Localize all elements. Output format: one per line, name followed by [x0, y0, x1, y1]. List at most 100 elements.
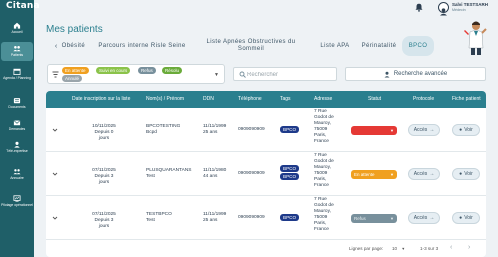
tab-bpco[interactable]: BPCO	[402, 36, 434, 56]
date-cell: 10/11/2025 Depuis 0 jours	[89, 124, 119, 142]
tag-badge: BPCO	[280, 126, 300, 133]
firstname-value: Test	[146, 174, 155, 179]
tab-parcours-risle-seine[interactable]: Parcours interne Risle Seine	[96, 36, 188, 56]
status-filter[interactable]: En attente Suivi en cours Refus Résolu A…	[47, 64, 225, 84]
chip-en-attente[interactable]: En attente	[62, 67, 89, 74]
chevron-down-icon: ▼	[390, 128, 394, 133]
search-input[interactable]	[247, 70, 332, 79]
expert-icon	[14, 141, 20, 148]
ddn-cell: 11/11/1999 25 ans	[203, 124, 226, 136]
chip-annule[interactable]: Annulé	[62, 75, 83, 82]
search-icon	[239, 71, 246, 78]
tab-apa[interactable]: Liste APA	[316, 36, 354, 56]
user-name: Salvi TESTSARH	[452, 2, 489, 7]
advanced-search-label: Recherche avancée	[393, 71, 448, 77]
sidebar-item-tele-expertise[interactable]: Télé-expertise	[1, 139, 33, 161]
status-value: En attente	[354, 172, 375, 177]
since-value: Depuis 3 jours	[94, 174, 114, 185]
col-fiche[interactable]: Fiche patient	[452, 91, 481, 108]
chevron-down-icon[interactable]	[52, 127, 58, 133]
status-value: Refus	[354, 216, 366, 221]
arrow-right-icon: →	[429, 171, 435, 177]
table-row[interactable]: 07/11/2025 Depuis 3 jours PLUSQUARANTANS…	[46, 152, 486, 196]
protocol-label: Accès	[413, 171, 428, 177]
sidebar-item-patients[interactable]: Patients	[1, 42, 33, 61]
sidebar-item-label: Télé-expertise	[6, 149, 28, 153]
tag-badge: BPCO	[280, 165, 300, 172]
status-select[interactable]: En attente ▼	[351, 170, 397, 179]
document-icon	[13, 98, 21, 104]
col-protocole[interactable]: Protocole	[413, 91, 434, 108]
protocol-access-button[interactable]: Accès →	[408, 124, 440, 136]
address-cell: 7 Rue Godot de Mauroy, 75009 Paris, Fran…	[314, 109, 334, 144]
chevron-down-icon[interactable]	[52, 171, 58, 177]
tab-obesite[interactable]: ‹ Obésité	[46, 36, 94, 56]
tab-apnees-sommeil[interactable]: Liste Apnées Obstructives du Sommeil	[201, 36, 301, 56]
col-tags[interactable]: Tags	[280, 91, 291, 108]
top-bar	[34, 0, 498, 16]
rows-per-page-select[interactable]: 10 ▼	[392, 246, 405, 251]
bell-icon[interactable]	[415, 3, 423, 12]
view-patient-button[interactable]: ● Voir	[452, 124, 480, 136]
address-cell: 7 Rue Godot de Mauroy, 75009 Paris, Fran…	[314, 153, 334, 188]
user-role: Médecin	[452, 8, 466, 12]
col-adresse[interactable]: Adresse	[314, 91, 332, 108]
phone-cell: 0909090909	[238, 171, 265, 176]
sidebar-item-demandes[interactable]: Demandes	[1, 117, 33, 132]
page-title: Mes patients	[46, 24, 103, 35]
patients-table: Date inscription sur la liste Nom(s) / P…	[46, 91, 486, 257]
tab-label: Périnatalité	[361, 42, 397, 49]
age-value: 25 ans	[203, 130, 218, 135]
ddn-cell: 11/11/1980 44 ans	[203, 168, 226, 180]
chevron-down-icon: ▼	[390, 216, 394, 221]
tags-cell: BPCO	[280, 214, 300, 222]
chip-suivi-en-cours[interactable]: Suivi en cours	[96, 67, 131, 74]
user-icon	[440, 8, 447, 16]
protocol-access-button[interactable]: Accès →	[408, 168, 440, 180]
tab-perinatalite[interactable]: Périnatalité	[358, 36, 400, 56]
status-select[interactable]: ▼	[351, 126, 397, 135]
sidebar-item-documents[interactable]: Documents	[1, 95, 33, 110]
tags-cell: BPCO BPCO	[280, 165, 300, 181]
sidebar-item-label: Documents	[8, 105, 26, 109]
sidebar-item-label: Patients	[10, 53, 24, 57]
col-statut[interactable]: Statut	[368, 91, 381, 108]
chevron-down-icon[interactable]: ▼	[214, 72, 219, 78]
sidebar-item-label: Demandes	[8, 127, 26, 131]
sidebar-item-pilotage[interactable]: Pilotage opérationnel	[1, 193, 33, 213]
chevron-down-icon[interactable]	[52, 215, 58, 221]
col-telephone[interactable]: Téléphone	[238, 91, 262, 108]
status-select[interactable]: Refus ▼	[351, 214, 397, 223]
col-date[interactable]: Date inscription sur la liste	[72, 91, 130, 108]
arrow-right-icon: →	[429, 215, 435, 221]
view-patient-button[interactable]: ● Voir	[452, 168, 480, 180]
protocol-label: Accès	[413, 127, 428, 133]
table-row[interactable]: 10/11/2025 Depuis 0 jours BPCOTESTING Bc…	[46, 108, 486, 152]
sidebar-item-accueil[interactable]: Accueil	[1, 20, 33, 37]
phone-cell: 0909090909	[238, 215, 265, 220]
patients-icon	[13, 46, 21, 52]
sidebar-item-annuaire[interactable]: Annuaire	[1, 166, 33, 182]
col-nom[interactable]: Nom(s) / Prénom	[146, 91, 184, 108]
tab-label: Liste APA	[320, 42, 350, 49]
table-row[interactable]: 07/11/2025 Depuis 3 jours TESTBPCO Test …	[46, 196, 486, 240]
avatar[interactable]	[438, 2, 449, 16]
advanced-search-button[interactable]: Recherche avancée	[345, 67, 486, 81]
next-page-icon[interactable]: ›	[468, 244, 470, 251]
sidebar-item-label: Accueil	[11, 30, 23, 34]
since-value: Depuis 3 jours	[94, 218, 114, 229]
date-cell: 07/11/2025 Depuis 3 jours	[89, 168, 119, 186]
col-ddn[interactable]: DDN	[203, 91, 214, 108]
user-search-icon	[384, 71, 390, 77]
search-box	[233, 67, 337, 81]
view-patient-button[interactable]: ● Voir	[452, 212, 480, 224]
sidebar-item-agenda[interactable]: Agenda / Planning	[1, 66, 33, 88]
tab-label: Obésité	[61, 42, 86, 49]
chip-resolu[interactable]: Résolu	[162, 67, 183, 74]
protocol-access-button[interactable]: Accès →	[408, 212, 440, 224]
firstname-value: Test	[146, 218, 155, 223]
firstname-value: Bcpd	[146, 130, 157, 135]
chip-refus[interactable]: Refus	[138, 67, 156, 74]
protocol-label: Accès	[413, 215, 428, 221]
prev-page-icon[interactable]: ‹	[450, 244, 452, 251]
